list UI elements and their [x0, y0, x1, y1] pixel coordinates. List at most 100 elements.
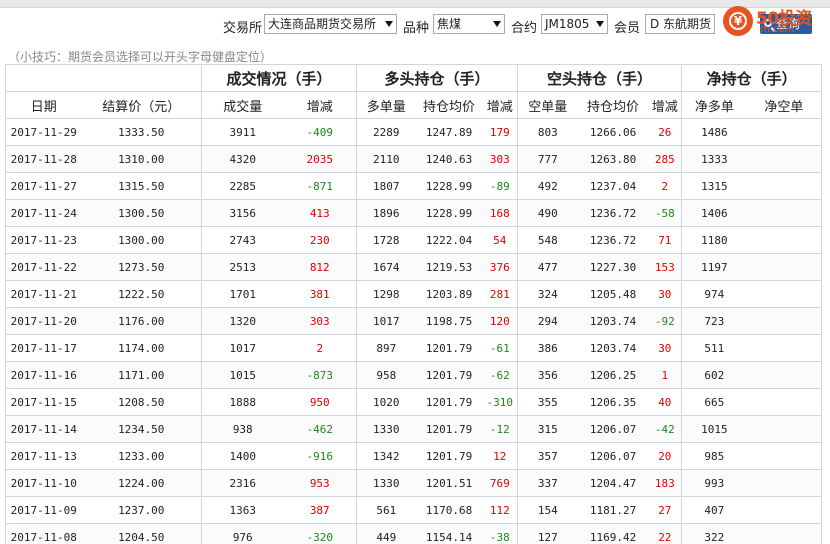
cell-short-avg: 1203.74 — [577, 334, 649, 362]
cell-short-chg: 71 — [648, 226, 682, 254]
product-select[interactable]: 焦煤 — [433, 14, 505, 34]
cell-long-avg: 1219.53 — [415, 253, 483, 281]
cell-long-avg: 1201.79 — [415, 415, 483, 443]
table-row: 2017-11-24 1300.50 3156 413 1896 1228.99 168 49… — [5, 199, 823, 227]
group-header-row: 成交情况（手） 多头持仓（手） 空头持仓（手） 净持仓（手） — [5, 64, 823, 92]
cell-short-qty: 357 — [517, 442, 578, 470]
site-logo[interactable]: 50投资 m.com — [723, 4, 830, 38]
cell-net-long: 1406 — [681, 199, 747, 227]
cell-long-avg: 1154.14 — [415, 523, 483, 544]
contract-select[interactable]: JM1805 — [541, 14, 608, 34]
cell-short-avg: 1206.25 — [577, 361, 649, 389]
cell-volume: 4320 — [201, 145, 284, 173]
cell-vol-chg: -871 — [283, 172, 357, 200]
cell-short-qty: 492 — [517, 172, 578, 200]
col-header-short-chg: 增减 — [648, 91, 682, 119]
cell-long-qty: 958 — [356, 361, 416, 389]
cell-date: 2017-11-23 — [5, 226, 82, 254]
cell-long-chg: 179 — [482, 118, 518, 146]
cell-short-qty: 315 — [517, 415, 578, 443]
cell-settle: 1234.50 — [81, 415, 202, 443]
cell-settle: 1222.50 — [81, 280, 202, 308]
cell-short-avg: 1206.35 — [577, 388, 649, 416]
cell-long-avg: 1201.79 — [415, 442, 483, 470]
col-header-long-avg: 持仓均价 — [415, 91, 483, 119]
cell-short-avg: 1227.30 — [577, 253, 649, 281]
cell-short-chg: 183 — [648, 469, 682, 497]
cell-vol-chg: -320 — [283, 523, 357, 544]
cell-settle: 1273.50 — [81, 253, 202, 281]
group-header-short: 空头持仓（手） — [517, 64, 683, 92]
table-row: 2017-11-15 1208.50 1888 950 1020 1201.79 -310 3… — [5, 388, 823, 416]
cell-date: 2017-11-24 — [5, 199, 82, 227]
cell-short-chg: -42 — [648, 415, 682, 443]
cell-short-avg: 1236.72 — [577, 226, 649, 254]
table-row: 2017-11-13 1233.00 1400 -916 1342 1201.79 12 35… — [5, 442, 823, 470]
chevron-down-icon — [596, 21, 604, 27]
cell-short-chg: -92 — [648, 307, 682, 335]
cell-date: 2017-11-10 — [5, 469, 82, 497]
cell-volume: 976 — [201, 523, 284, 544]
cell-net-long: 1486 — [681, 118, 747, 146]
cell-date: 2017-11-09 — [5, 496, 82, 524]
cell-net-long: 407 — [681, 496, 747, 524]
cell-short-qty: 548 — [517, 226, 578, 254]
cell-net-long: 1333 — [681, 145, 747, 173]
cell-long-qty: 1728 — [356, 226, 416, 254]
cell-net-short — [746, 496, 823, 524]
cell-net-long: 665 — [681, 388, 747, 416]
column-header-row: 日期 结算价（元） 成交量 增减 多单量 持仓均价 增减 空单量 持仓均价 增减… — [5, 91, 823, 119]
cell-long-chg: 54 — [482, 226, 518, 254]
table-row: 2017-11-29 1333.50 3911 -409 2289 1247.89 179 8… — [5, 118, 823, 146]
cell-volume: 2513 — [201, 253, 284, 281]
cell-short-avg: 1203.74 — [577, 307, 649, 335]
col-header-net-short: 净空单 — [746, 91, 823, 119]
cell-settle: 1315.50 — [81, 172, 202, 200]
cell-long-qty: 449 — [356, 523, 416, 544]
cell-net-long: 322 — [681, 523, 747, 544]
cell-settle: 1300.00 — [81, 226, 202, 254]
cell-net-long: 723 — [681, 307, 747, 335]
cell-volume: 1400 — [201, 442, 284, 470]
contract-select-value: JM1805 — [545, 17, 590, 31]
chevron-down-icon — [385, 21, 393, 27]
group-header-net: 净持仓（手） — [681, 64, 823, 92]
group-header-volume: 成交情况（手） — [200, 64, 358, 92]
cell-net-short — [746, 523, 823, 544]
cell-vol-chg: 303 — [283, 307, 357, 335]
cell-long-qty: 1020 — [356, 388, 416, 416]
table-row: 2017-11-08 1204.50 976 -320 449 1154.14 -38 127… — [5, 523, 823, 544]
cell-short-qty: 355 — [517, 388, 578, 416]
cell-date: 2017-11-17 — [5, 334, 82, 362]
cell-short-chg: 30 — [648, 280, 682, 308]
cell-net-short — [746, 280, 823, 308]
cell-long-qty: 1330 — [356, 415, 416, 443]
cell-vol-chg: 2 — [283, 334, 357, 362]
cell-volume: 2285 — [201, 172, 284, 200]
cell-short-qty: 337 — [517, 469, 578, 497]
cell-short-qty: 490 — [517, 199, 578, 227]
cell-date: 2017-11-22 — [5, 253, 82, 281]
exchange-label: 交易所 — [223, 21, 263, 36]
chevron-down-icon — [493, 21, 501, 27]
cell-volume: 3911 — [201, 118, 284, 146]
cell-vol-chg: 950 — [283, 388, 357, 416]
cell-long-avg: 1228.99 — [415, 172, 483, 200]
exchange-select-value: 大连商品期货交易所 — [268, 17, 377, 31]
cell-long-chg: 303 — [482, 145, 518, 173]
cell-vol-chg: 2035 — [283, 145, 357, 173]
cell-short-qty: 324 — [517, 280, 578, 308]
member-input[interactable]: D 东航期货 — [645, 14, 715, 34]
cell-net-short — [746, 172, 823, 200]
col-header-date: 日期 — [5, 91, 82, 119]
cell-date: 2017-11-21 — [5, 280, 82, 308]
cell-net-long: 993 — [681, 469, 747, 497]
exchange-select[interactable]: 大连商品期货交易所 — [264, 14, 397, 34]
cell-long-avg: 1228.99 — [415, 199, 483, 227]
cell-volume: 1363 — [201, 496, 284, 524]
cell-long-chg: 112 — [482, 496, 518, 524]
table-row: 2017-11-16 1171.00 1015 -873 958 1201.79 -62 35… — [5, 361, 823, 389]
cell-short-avg: 1206.07 — [577, 442, 649, 470]
member-input-value: D 东航期货 — [650, 17, 712, 31]
cell-short-qty: 477 — [517, 253, 578, 281]
